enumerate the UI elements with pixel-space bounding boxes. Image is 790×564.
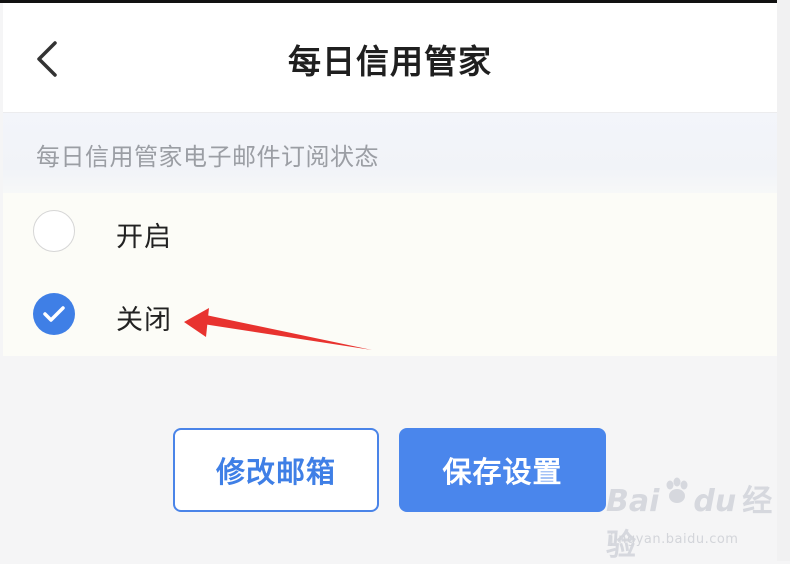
watermark-url: jingyan.baidu.com — [610, 532, 739, 547]
subscription-options: 开启 关闭 — [3, 193, 777, 356]
radio-unchecked[interactable] — [33, 210, 75, 252]
option-label-enable: 开启 — [116, 222, 172, 253]
radio-checked[interactable] — [33, 293, 75, 335]
section-label: 每日信用管家电子邮件订阅状态 — [36, 143, 379, 171]
option-disable[interactable]: 关闭 — [3, 276, 777, 356]
section-header: 每日信用管家电子邮件订阅状态 — [3, 113, 777, 193]
nav-header: 每日信用管家 — [3, 3, 777, 113]
option-enable[interactable]: 开启 — [3, 193, 777, 273]
edit-email-button[interactable]: 修改邮箱 — [173, 428, 379, 512]
checkmark-icon — [43, 306, 65, 322]
save-settings-button[interactable]: 保存设置 — [399, 428, 606, 512]
paw-icon — [666, 477, 688, 503]
baidu-watermark: Bai du 经验 jingyan.baidu.com — [604, 468, 790, 563]
page-title: 每日信用管家 — [288, 42, 492, 81]
option-label-disable: 关闭 — [116, 305, 172, 336]
watermark-logo-text: Bai du 经验 — [606, 484, 773, 563]
